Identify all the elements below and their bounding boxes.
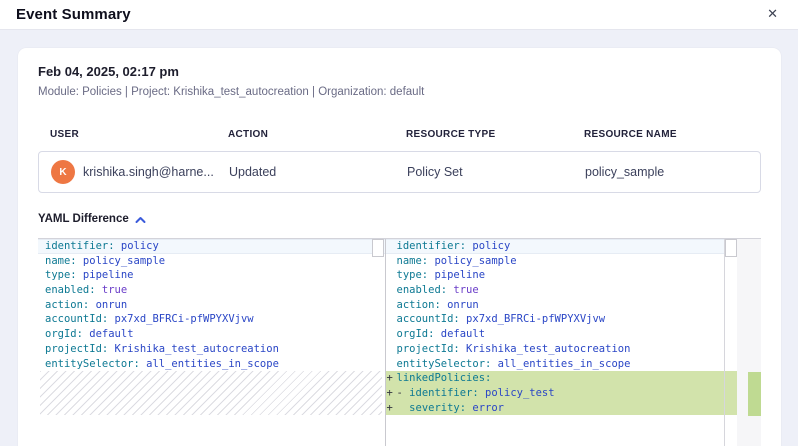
diff-gutter-marker — [387, 254, 397, 269]
code-line: accountId: px7xd_BFRCi-pfWPYXVjvw — [386, 312, 737, 327]
diff-gutter-marker — [387, 268, 397, 283]
code-line: orgId: default — [38, 327, 385, 342]
modal-header: Event Summary ✕ — [0, 0, 798, 30]
column-header-user: USER — [38, 129, 216, 140]
event-context: Module: Policies | Project: Krishika_tes… — [38, 85, 761, 99]
column-header-resource-type: RESOURCE TYPE — [394, 129, 572, 140]
diff-placeholder-hatch — [40, 371, 382, 415]
yaml-difference-label: YAML Difference — [38, 213, 129, 225]
action-cell: Updated — [217, 165, 395, 179]
code-line: enabled: true — [386, 283, 737, 298]
diff-gutter-marker — [387, 239, 397, 254]
added-lines-ruler-mark — [748, 372, 761, 416]
code-line: projectId: Krishika_test_autocreation — [38, 342, 385, 357]
code-line: identifier: policy — [38, 239, 385, 254]
diff-gutter-marker — [387, 357, 397, 372]
diff-gutter-marker — [387, 342, 397, 357]
code-line: accountId: px7xd_BFRCi-pfWPYXVjvw — [38, 312, 385, 327]
page-title: Event Summary — [16, 6, 131, 23]
diff-gutter-marker: + — [387, 401, 397, 416]
diff-gutter-marker — [387, 312, 397, 327]
code-line: enabled: true — [38, 283, 385, 298]
code-line: projectId: Krishika_test_autocreation — [386, 342, 737, 357]
avatar: K — [51, 160, 75, 184]
code-line-added: + severity: error — [386, 401, 737, 416]
diff-gutter-marker — [387, 298, 397, 313]
code-line: action: onrun — [38, 298, 385, 313]
user-cell: K krishika.singh@harne... — [39, 160, 217, 184]
chevron-up-icon[interactable] — [135, 216, 146, 224]
scrollbar-thumb[interactable] — [372, 239, 384, 257]
code-line: name: policy_sample — [38, 254, 385, 269]
diff-pane-modified[interactable]: identifier: policy name: policy_sample t… — [386, 239, 737, 446]
code-line: type: pipeline — [386, 268, 737, 283]
diff-gutter-marker — [387, 283, 397, 298]
scrollbar-thumb[interactable] — [725, 239, 737, 257]
close-icon[interactable]: ✕ — [763, 6, 782, 23]
code-line: entitySelector: all_entities_in_scope — [38, 357, 385, 372]
column-header-resource-name: RESOURCE NAME — [572, 129, 761, 140]
code-line: name: policy_sample — [386, 254, 737, 269]
diff-gutter-marker: + — [387, 386, 397, 401]
code-line: type: pipeline — [38, 268, 385, 283]
modal-body: Feb 04, 2025, 02:17 pm Module: Policies … — [0, 30, 798, 446]
user-email: krishika.singh@harne... — [83, 165, 214, 179]
event-timestamp: Feb 04, 2025, 02:17 pm — [38, 64, 761, 80]
table-row: K krishika.singh@harne... Updated Policy… — [38, 151, 761, 193]
code-line-added: +- identifier: policy_test — [386, 386, 737, 401]
diff-pane-original[interactable]: identifier: policyname: policy_sampletyp… — [38, 239, 385, 446]
scrollbar-lane-border — [724, 239, 725, 446]
code-line: entitySelector: all_entities_in_scope — [386, 357, 737, 372]
diff-overview-ruler[interactable] — [737, 239, 761, 446]
audit-table-header: USER ACTION RESOURCE TYPE RESOURCE NAME — [38, 129, 761, 140]
code-line-added: +linkedPolicies: — [386, 371, 737, 386]
diff-gutter-marker — [387, 327, 397, 342]
resource-type-cell: Policy Set — [395, 165, 573, 179]
yaml-diff-editor: identifier: policyname: policy_sampletyp… — [38, 238, 761, 446]
diff-gutter-marker: + — [387, 371, 397, 386]
event-card: Feb 04, 2025, 02:17 pm Module: Policies … — [18, 48, 781, 446]
code-line: identifier: policy — [386, 239, 737, 254]
code-line: action: onrun — [386, 298, 737, 313]
resource-name-cell: policy_sample — [573, 165, 760, 179]
column-header-action: ACTION — [216, 129, 394, 140]
code-line: orgId: default — [386, 327, 737, 342]
yaml-difference-toggle[interactable]: YAML Difference — [38, 213, 146, 225]
